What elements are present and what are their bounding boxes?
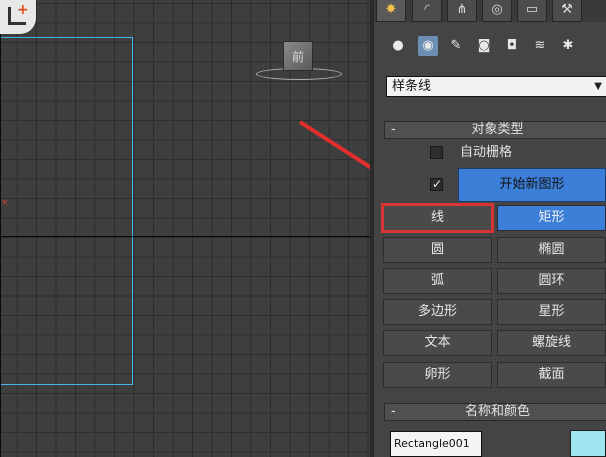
line-button[interactable]: 线: [381, 203, 494, 233]
object-color-swatch[interactable]: [570, 430, 606, 457]
section-button[interactable]: 截面: [497, 362, 606, 388]
camera-icon[interactable]: ◙: [474, 36, 494, 56]
command-panel-tabs: ✸ ◜ ⋔ ◎ ▭ ⚒: [374, 0, 606, 22]
subcategory-dropdown[interactable]: 样条线 ▼: [386, 76, 606, 97]
shapes-icon[interactable]: ◉: [418, 36, 438, 56]
name-color-rollout-header[interactable]: - 名称和颜色: [384, 403, 606, 421]
tab-hierarchy[interactable]: ⋔: [447, 0, 477, 22]
grid-axis-horizontal: [0, 236, 370, 237]
axis-x-icon: ×: [1, 198, 9, 208]
donut-button[interactable]: 圆环: [497, 268, 606, 294]
plus-icon: +: [17, 2, 29, 18]
helix-button[interactable]: 螺旋线: [497, 330, 606, 356]
grid-axis-vertical: [0, 0, 1, 457]
tab-display[interactable]: ▭: [517, 0, 547, 22]
dropdown-value: 样条线: [392, 79, 432, 94]
rollout-title: 对象类型: [471, 122, 524, 137]
sphere-icon[interactable]: ●: [388, 36, 408, 56]
circle-button[interactable]: 圆: [383, 237, 492, 263]
category-icon-row: ● ◉ ✎ ◙ ◘ ≋ ✱: [388, 36, 598, 58]
motion-icon: ◎: [491, 2, 503, 17]
text-button[interactable]: 文本: [383, 330, 492, 356]
rectangle-button[interactable]: 矩形: [497, 205, 606, 231]
auto-grid-checkbox[interactable]: [430, 146, 443, 159]
viewport-menu-button[interactable]: +: [0, 0, 36, 34]
spacewarp-icon[interactable]: ≋: [530, 36, 550, 56]
light-icon[interactable]: ✎: [446, 36, 466, 56]
helper-icon[interactable]: ◘: [502, 36, 522, 56]
rollout-title: 名称和颜色: [464, 404, 530, 419]
tab-utilities[interactable]: ⚒: [552, 0, 582, 22]
curve-icon: ◜: [424, 2, 430, 17]
start-new-shape-checkbox[interactable]: [430, 176, 443, 192]
ngon-button[interactable]: 多边形: [383, 299, 492, 325]
viewcube[interactable]: 前: [283, 41, 313, 71]
monitor-icon: ▭: [525, 2, 539, 17]
command-panel: ✸ ◜ ⋔ ◎ ▭ ⚒ ● ◉ ✎ ◙ ◘ ≋ ✱ 样条线 ▼ - 对象类型 自…: [370, 0, 606, 457]
start-new-shape-button[interactable]: 开始新图形: [458, 168, 606, 202]
egg-button[interactable]: 卵形: [383, 362, 492, 388]
systems-icon[interactable]: ✱: [558, 36, 578, 56]
sun-icon: ✸: [385, 2, 397, 17]
tab-motion[interactable]: ◎: [482, 0, 512, 22]
hammer-icon: ⚒: [561, 2, 573, 17]
object-type-rollout-header[interactable]: - 对象类型: [384, 121, 606, 139]
arc-button[interactable]: 弧: [383, 268, 492, 294]
object-name-field[interactable]: Rectangle001: [390, 431, 482, 457]
tab-modify[interactable]: ◜: [412, 0, 442, 22]
star-button[interactable]: 星形: [497, 299, 606, 325]
tab-create[interactable]: ✸: [376, 0, 406, 22]
auto-grid-label: 自动栅格: [460, 145, 513, 160]
viewport-top[interactable]: × 前 +: [0, 0, 370, 457]
ellipse-button[interactable]: 椭圆: [497, 237, 606, 263]
chevron-down-icon: ▼: [594, 81, 602, 92]
hierarchy-icon: ⋔: [456, 2, 468, 17]
rectangle-shape[interactable]: [0, 37, 133, 385]
